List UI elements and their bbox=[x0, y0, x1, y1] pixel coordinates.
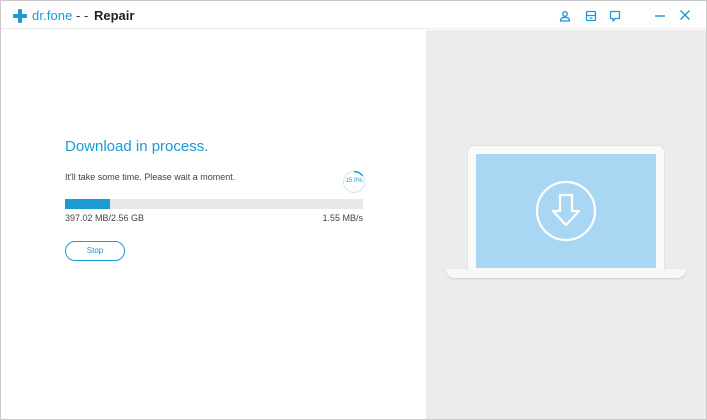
app-brand: dr.fone bbox=[32, 8, 73, 23]
app-window: dr.fone - - Repair Download in process. … bbox=[0, 0, 707, 420]
illustration-panel bbox=[426, 30, 706, 419]
progress-bar-fill bbox=[65, 199, 110, 209]
stop-button[interactable]: Stop bbox=[65, 241, 125, 261]
download-panel: Download in process. It'll take some tim… bbox=[1, 30, 426, 419]
close-icon[interactable] bbox=[679, 9, 691, 21]
user-icon[interactable] bbox=[559, 10, 571, 22]
progress-percent: 15.0% bbox=[345, 178, 363, 184]
download-speed: 1.55 MB/s bbox=[322, 213, 363, 223]
downloaded-size: 397.02 MB/2.56 GB bbox=[65, 213, 145, 223]
progress-ring: 15.0% bbox=[342, 170, 366, 194]
laptop-illustration bbox=[446, 146, 686, 282]
download-icon bbox=[535, 180, 597, 242]
feedback-icon[interactable] bbox=[585, 10, 597, 22]
drfone-logo-icon bbox=[13, 9, 27, 23]
chat-icon[interactable] bbox=[609, 10, 621, 22]
laptop-screen bbox=[476, 154, 656, 268]
wait-message: It'll take some time. Please wait a mome… bbox=[65, 172, 236, 182]
progress-bar bbox=[65, 199, 363, 209]
title-separator: - - bbox=[76, 8, 89, 23]
module-title: Repair bbox=[94, 8, 135, 23]
minimize-icon[interactable] bbox=[654, 10, 666, 22]
title-bar: dr.fone - - Repair bbox=[1, 1, 706, 29]
laptop-lid bbox=[468, 146, 664, 270]
laptop-base bbox=[446, 269, 686, 278]
download-heading: Download in process. bbox=[65, 138, 209, 155]
